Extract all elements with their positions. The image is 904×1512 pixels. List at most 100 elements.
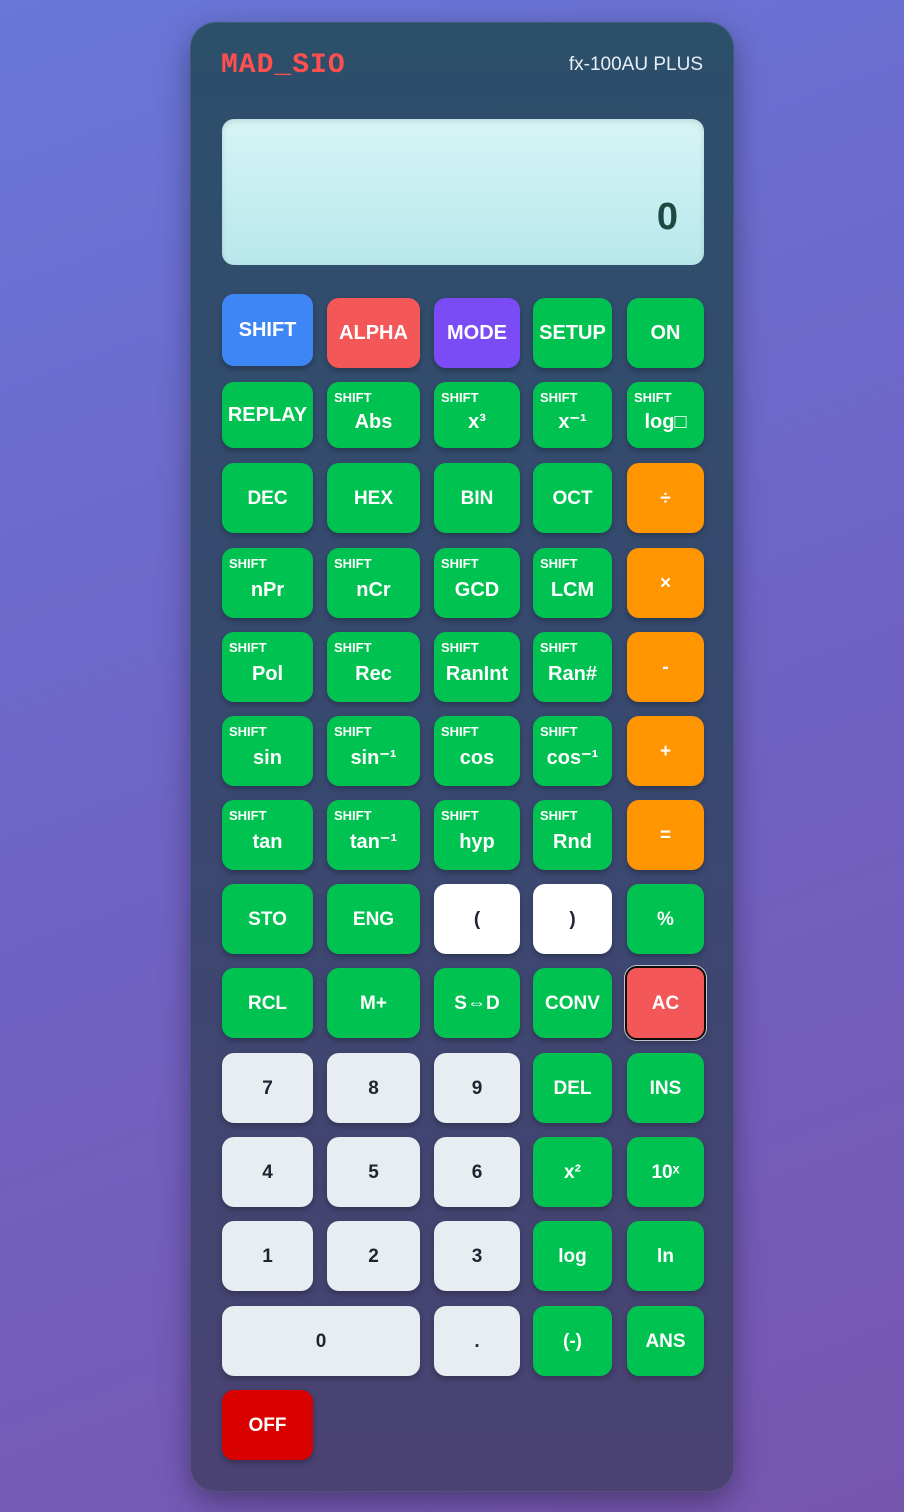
digit-0-label: 0 [315,1330,327,1352]
shift-tag: SHIFT [229,724,267,739]
inverse-button[interactable]: SHIFT x⁻¹ [533,382,612,448]
on-button[interactable]: ON [627,298,704,368]
ln-button[interactable]: ln [627,1221,704,1291]
digit-4-label: 4 [262,1161,273,1183]
sin-button[interactable]: SHIFT sin [222,716,313,786]
shift-tag: SHIFT [540,640,578,655]
pow10-button[interactable]: 10ˣ [627,1137,704,1207]
hex-label: HEX [353,487,394,509]
hyp-label: hyp [459,831,495,853]
display-screen: 0 [222,119,704,265]
equals-label: = [659,824,672,846]
eng-label: ENG [352,908,395,930]
divide-button[interactable]: ÷ [627,463,704,533]
sto-label: STO [248,908,287,930]
shift-button[interactable]: SHIFT [222,294,313,366]
multiply-button[interactable]: × [627,548,704,618]
tan-button[interactable]: SHIFT tan [222,800,313,870]
eng-button[interactable]: ENG [327,884,420,954]
ncr-button[interactable]: SHIFT nCr [327,548,420,618]
shift-tag: SHIFT [334,724,372,739]
m-plus-button[interactable]: M+ [327,968,420,1038]
percent-label: % [657,908,674,930]
digit-6-button[interactable]: 6 [434,1137,520,1207]
decimal-label: . [474,1330,480,1352]
minus-label: - [662,656,669,678]
shift-tag: SHIFT [540,556,578,571]
mode-button[interactable]: MODE [434,298,520,368]
ln-label: ln [657,1245,674,1267]
square-label: x² [564,1161,581,1183]
del-button[interactable]: DEL [533,1053,612,1123]
log-base-button[interactable]: SHIFT log□ [627,382,704,448]
plus-button[interactable]: + [627,716,704,786]
ac-button[interactable]: AC [625,966,706,1040]
rec-label: Rec [355,663,392,685]
bin-button[interactable]: BIN [434,463,520,533]
digit-1-button[interactable]: 1 [222,1221,313,1291]
digit-4-button[interactable]: 4 [222,1137,313,1207]
negative-button[interactable]: (-) [533,1306,612,1376]
conv-button[interactable]: CONV [533,968,612,1038]
acos-button[interactable]: SHIFT cos⁻¹ [533,716,612,786]
shift-tag: SHIFT [229,556,267,571]
cos-button[interactable]: SHIFT cos [434,716,520,786]
digit-3-button[interactable]: 3 [434,1221,520,1291]
npr-label: nPr [250,579,285,601]
lcm-button[interactable]: SHIFT LCM [533,548,612,618]
digit-8-button[interactable]: 8 [327,1053,420,1123]
setup-button[interactable]: SETUP [533,298,612,368]
digit-9-button[interactable]: 9 [434,1053,520,1123]
equals-button[interactable]: = [627,800,704,870]
digit-2-button[interactable]: 2 [327,1221,420,1291]
plus-label: + [659,740,672,762]
gcd-button[interactable]: SHIFT GCD [434,548,520,618]
pow10-label: 10ˣ [651,1161,680,1183]
digit-7-button[interactable]: 7 [222,1053,313,1123]
alpha-button[interactable]: ALPHA [327,298,420,368]
shift-tag: SHIFT [441,724,479,739]
npr-button[interactable]: SHIFT nPr [222,548,313,618]
log-button[interactable]: log [533,1221,612,1291]
hex-button[interactable]: HEX [327,463,420,533]
ranint-button[interactable]: SHIFT RanInt [434,632,520,702]
negative-label: (-) [563,1330,582,1352]
s-d-button[interactable]: S⇔D [434,968,520,1038]
minus-button[interactable]: - [627,632,704,702]
dec-button[interactable]: DEC [222,463,313,533]
ran-button[interactable]: SHIFT Ran# [533,632,612,702]
square-button[interactable]: x² [533,1137,612,1207]
left-paren-button[interactable]: ( [434,884,520,954]
ans-button[interactable]: ANS [627,1306,704,1376]
ac-label: AC [651,992,680,1014]
digit-0-button[interactable]: 0 [222,1306,420,1376]
decimal-button[interactable]: . [434,1306,520,1376]
rec-button[interactable]: SHIFT Rec [327,632,420,702]
pol-button[interactable]: SHIFT Pol [222,632,313,702]
sto-button[interactable]: STO [222,884,313,954]
digit-2-label: 2 [368,1245,379,1267]
setup-label: SETUP [539,322,606,344]
hyp-button[interactable]: SHIFT hyp [434,800,520,870]
ins-button[interactable]: INS [627,1053,704,1123]
shift-tag: SHIFT [441,640,479,655]
oct-button[interactable]: OCT [533,463,612,533]
replay-button[interactable]: REPLAY [222,382,313,448]
off-button[interactable]: OFF [222,1390,313,1460]
abs-button[interactable]: SHIFT Abs [327,382,420,448]
asin-button[interactable]: SHIFT sin⁻¹ [327,716,420,786]
rnd-button[interactable]: SHIFT Rnd [533,800,612,870]
calculator-body: MAD_SIO fx-100AU PLUS 0 SHIFT ALPHA MODE… [190,22,734,1492]
cube-button[interactable]: SHIFT x³ [434,382,520,448]
rcl-button[interactable]: RCL [222,968,313,1038]
percent-button[interactable]: % [627,884,704,954]
atan-button[interactable]: SHIFT tan⁻¹ [327,800,420,870]
right-paren-button[interactable]: ) [533,884,612,954]
pol-label: Pol [251,663,284,685]
sin-label: sin [253,747,282,769]
multiply-label: × [659,572,672,594]
shift-tag: SHIFT [540,390,578,405]
shift-tag: SHIFT [334,640,372,655]
alpha-label: ALPHA [339,322,408,344]
digit-5-button[interactable]: 5 [327,1137,420,1207]
